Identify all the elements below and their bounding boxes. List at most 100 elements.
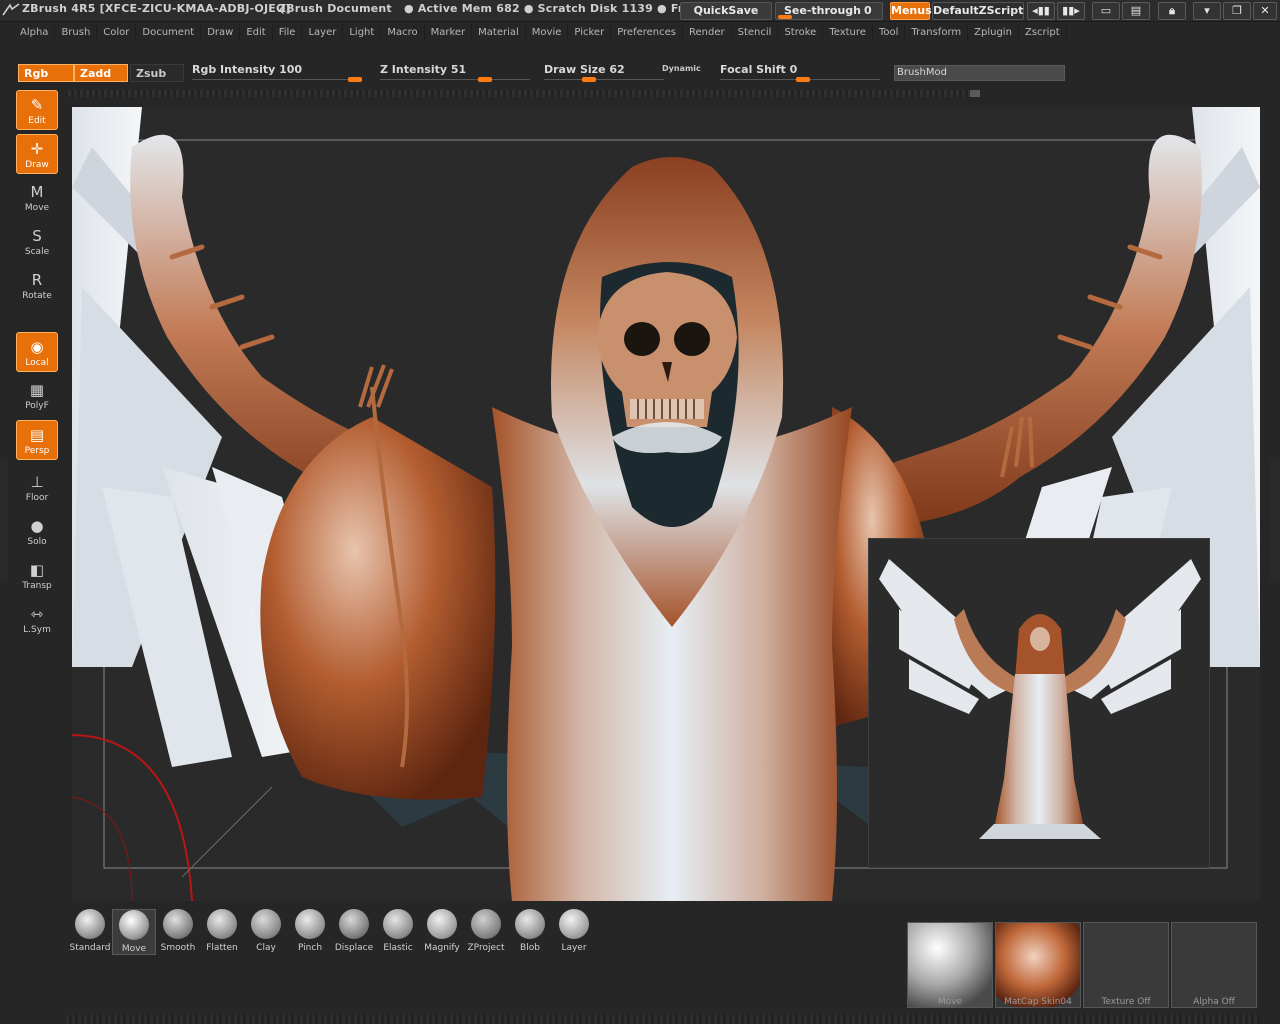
rgb-intensity-knob[interactable]: [348, 77, 362, 82]
document-canvas[interactable]: [72, 107, 1260, 901]
layout-icon[interactable]: ▭: [1092, 2, 1120, 20]
menu-draw[interactable]: Draw: [201, 24, 241, 42]
menu-transform[interactable]: Transform: [905, 24, 969, 42]
menu-render[interactable]: Render: [683, 24, 732, 42]
brush-blob[interactable]: Blob: [508, 909, 552, 955]
material-slot-label: MatCap Skin04: [1004, 997, 1072, 1007]
draw-icon: ✛: [30, 140, 44, 158]
tool-polyf-button[interactable]: ▦ PolyF: [16, 376, 58, 416]
brush-elastic[interactable]: Elastic: [376, 909, 420, 955]
menu-zplugin[interactable]: Zplugin: [968, 24, 1019, 42]
left-tray-handle[interactable]: [0, 460, 8, 580]
brush-zproject[interactable]: ZProject: [464, 909, 508, 955]
focal-shift-knob[interactable]: [796, 77, 810, 82]
floor-icon: ⊥: [30, 473, 44, 491]
forward-icon[interactable]: ▮▮▸: [1057, 2, 1085, 20]
zadd-toggle[interactable]: Zadd: [74, 64, 128, 82]
scroll-thumb[interactable]: [970, 90, 980, 97]
alpha-slot[interactable]: Alpha Off: [1171, 922, 1257, 1008]
right-tray-handle[interactable]: [1270, 460, 1280, 580]
menu-zscript[interactable]: Zscript: [1019, 24, 1067, 42]
material-slot[interactable]: MatCap Skin04: [995, 922, 1081, 1008]
brush-flatten[interactable]: Flatten: [200, 909, 244, 955]
top-shelf-scrollbar[interactable]: [68, 90, 980, 97]
texture-slot[interactable]: Texture Off: [1083, 922, 1169, 1008]
tool-solo-button[interactable]: ● Solo: [16, 512, 58, 552]
preview-navigator[interactable]: [868, 538, 1210, 868]
move-icon: M: [30, 183, 44, 201]
tool-persp-button[interactable]: ▤ Persp: [16, 420, 58, 460]
tool-label: Solo: [27, 537, 47, 547]
menu-document[interactable]: Document: [136, 24, 202, 42]
menu-texture[interactable]: Texture: [823, 24, 873, 42]
menu-macro[interactable]: Macro: [381, 24, 425, 42]
tool-draw-button[interactable]: ✛ Draw: [16, 134, 58, 174]
menu-light[interactable]: Light: [343, 24, 382, 42]
menu-layer[interactable]: Layer: [302, 24, 344, 42]
menu-color[interactable]: Color: [97, 24, 137, 42]
menu-stroke[interactable]: Stroke: [778, 24, 824, 42]
tool-transp-button[interactable]: ◧ Transp: [16, 556, 58, 596]
tool-move-button[interactable]: M Move: [16, 178, 58, 218]
lock-icon[interactable]: 🔒︎: [1158, 2, 1186, 20]
brush-standard[interactable]: Standard: [68, 909, 112, 955]
menu-preferences[interactable]: Preferences: [611, 24, 684, 42]
draw-size-knob[interactable]: [582, 77, 596, 82]
brush-shelf: Standard Move Smooth Flatten Clay Pinch Displa…: [66, 907, 1260, 1015]
tool-local-button[interactable]: ◉ Local: [16, 332, 58, 372]
tool-lsym-button[interactable]: ⇿ L.Sym: [16, 600, 58, 640]
brush-zproject-icon: [471, 909, 501, 939]
brush-smooth[interactable]: Smooth: [156, 909, 200, 955]
tool-rotate-button[interactable]: R Rotate: [16, 266, 58, 306]
brush-label: Elastic: [383, 943, 413, 953]
brush-smooth-icon: [163, 909, 193, 939]
default-zscript-button[interactable]: DefaultZScript: [932, 2, 1024, 20]
tool-edit-button[interactable]: ✎ Edit: [16, 90, 58, 130]
menu-picker[interactable]: Picker: [568, 24, 612, 42]
layout-alt-icon[interactable]: ▤: [1122, 2, 1150, 20]
dynamic-toggle[interactable]: Dynamic: [662, 64, 701, 73]
close-icon[interactable]: ✕: [1253, 2, 1277, 20]
current-brush-slot-label: Move: [937, 997, 963, 1007]
brush-move[interactable]: Move: [112, 909, 156, 955]
menu-file[interactable]: File: [273, 24, 303, 42]
document-title: ZBrush Document: [278, 2, 392, 15]
brush-label: Smooth: [160, 943, 196, 953]
brush-label: Flatten: [206, 943, 238, 953]
rgb-toggle[interactable]: Rgb: [18, 64, 74, 82]
menu-alpha[interactable]: Alpha: [14, 24, 56, 42]
menu-marker[interactable]: Marker: [425, 24, 473, 42]
rgb-intensity-slider[interactable]: Rgb Intensity 100: [192, 63, 362, 83]
menus-button[interactable]: Menus: [890, 2, 932, 20]
z-intensity-knob[interactable]: [478, 77, 492, 82]
brush-layer[interactable]: Layer: [552, 909, 596, 955]
z-intensity-slider[interactable]: Z Intensity 51: [380, 63, 530, 83]
tool-label: Edit: [28, 116, 46, 126]
tool-label: Draw: [25, 160, 49, 170]
brushmod-slider[interactable]: BrushMod: [894, 65, 1065, 81]
minimize-icon[interactable]: ▾: [1193, 2, 1221, 20]
menu-edit[interactable]: Edit: [240, 24, 273, 42]
menu-material[interactable]: Material: [472, 24, 526, 42]
menu-brush[interactable]: Brush: [55, 24, 98, 42]
see-through-slider[interactable]: See-through 0: [775, 2, 883, 20]
tool-floor-button[interactable]: ⊥ Floor: [16, 468, 58, 508]
brush-magnify[interactable]: Magnify: [420, 909, 464, 955]
focal-shift-slider[interactable]: Focal Shift 0: [720, 63, 880, 83]
menu-tool[interactable]: Tool: [873, 24, 906, 42]
draw-size-slider[interactable]: Draw Size 62: [544, 63, 664, 83]
zsub-toggle[interactable]: Zsub: [130, 64, 184, 82]
brush-displace[interactable]: Displace: [332, 909, 376, 955]
quicksave-button[interactable]: QuickSave: [680, 2, 772, 20]
menu-movie[interactable]: Movie: [526, 24, 569, 42]
brush-pinch[interactable]: Pinch: [288, 909, 332, 955]
title-bar: ZBrush 4R5 [XFCE-ZICU-KMAA-ADBJ-OJEQ] ZB…: [0, 0, 1280, 22]
brush-clay[interactable]: Clay: [244, 909, 288, 955]
menu-stencil[interactable]: Stencil: [732, 24, 779, 42]
rewind-icon[interactable]: ◂▮▮: [1027, 2, 1055, 20]
current-brush-slot[interactable]: Move: [907, 922, 993, 1008]
restore-icon[interactable]: ❐: [1223, 2, 1251, 20]
bottom-tray-handle[interactable]: [66, 1015, 1260, 1024]
tool-scale-button[interactable]: S Scale: [16, 222, 58, 262]
tool-label: Transp: [22, 581, 52, 591]
